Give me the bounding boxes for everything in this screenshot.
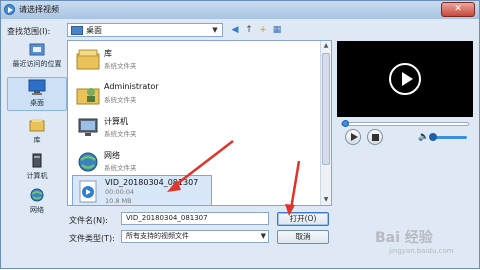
annotation-arrowhead-2 bbox=[285, 204, 295, 216]
watermark-url: jingyan.baidu.com bbox=[389, 247, 454, 255]
watermark-logo: Bai 经验 bbox=[375, 230, 433, 246]
annotation-arrow-1 bbox=[172, 140, 234, 188]
file-open-dialog: 请选择视频 ✕ 查找范围(I): 桌面 ▼ ◀ ↑ + ▦ 最近访问的位置 桌面… bbox=[0, 0, 480, 269]
annotation-arrow-2 bbox=[289, 160, 301, 210]
